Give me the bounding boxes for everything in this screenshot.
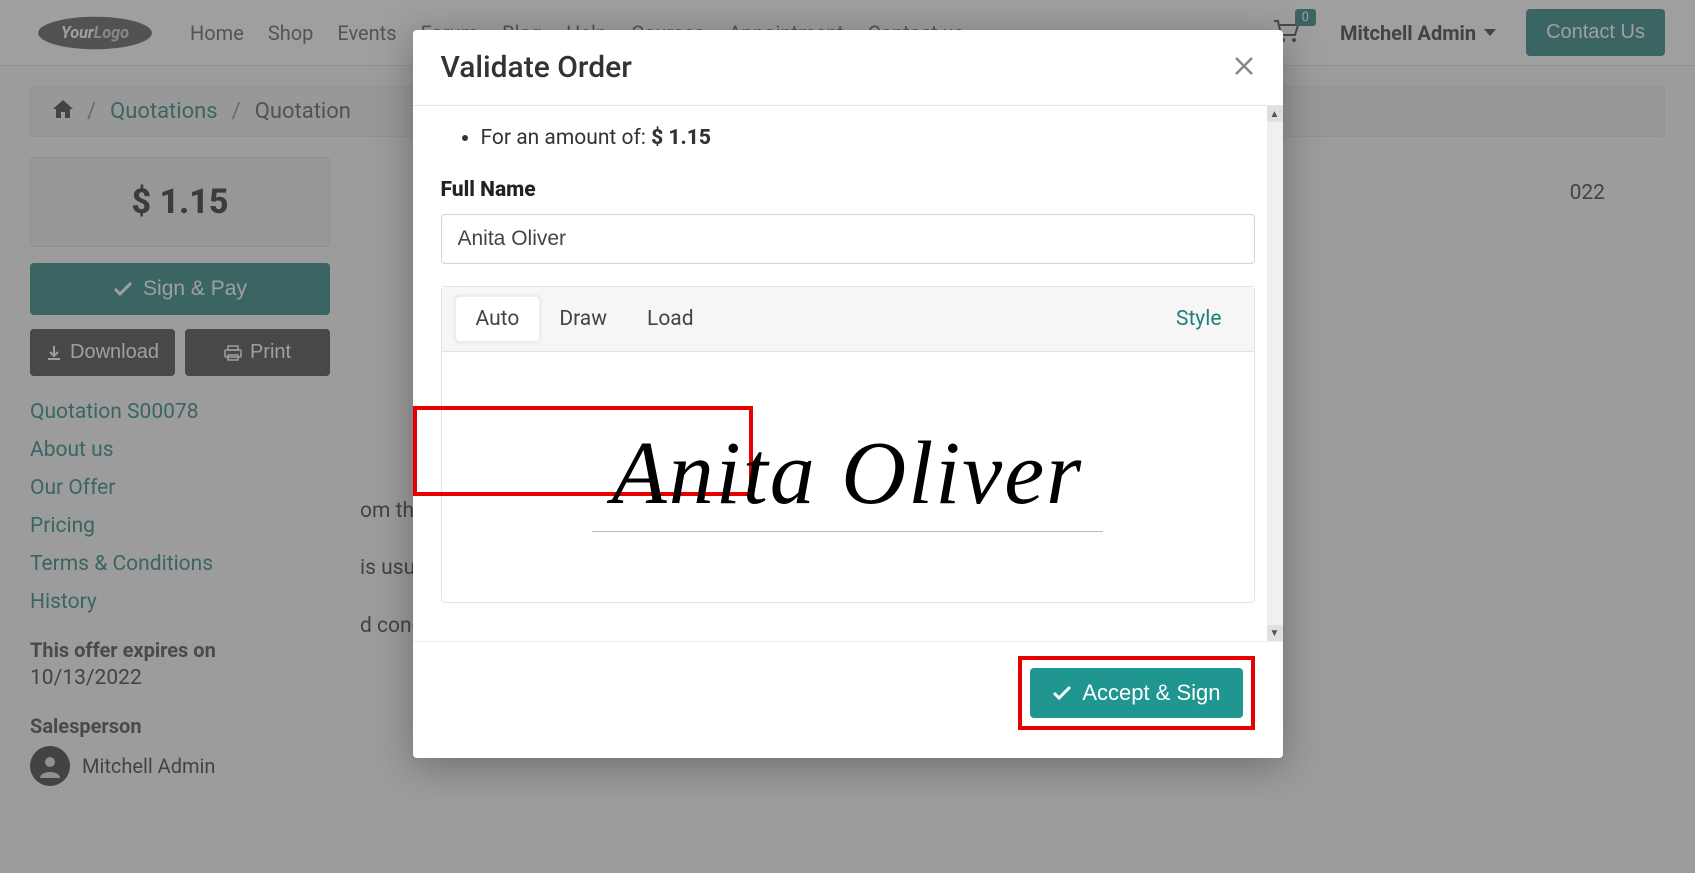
- modal-body: For an amount of: $ 1.15 Full Name Auto …: [413, 106, 1283, 641]
- tab-load[interactable]: Load: [627, 297, 714, 341]
- accept-sign-label: Accept & Sign: [1082, 680, 1220, 706]
- signature-panel: Auto Draw Load Style Anita Oliver: [441, 286, 1255, 603]
- highlight-box-accept: Accept & Sign: [1018, 656, 1254, 730]
- amount-line: For an amount of: $ 1.15: [481, 126, 1255, 150]
- modal-footer: Accept & Sign: [413, 641, 1283, 758]
- close-button[interactable]: [1233, 51, 1255, 85]
- full-name-label: Full Name: [441, 178, 1255, 202]
- signature-tabs: Auto Draw Load Style: [442, 287, 1254, 352]
- modal-title: Validate Order: [441, 50, 632, 85]
- modal-header: Validate Order: [413, 30, 1283, 106]
- full-name-input[interactable]: [441, 214, 1255, 264]
- amount-value: $ 1.15: [651, 126, 711, 150]
- style-link[interactable]: Style: [1158, 297, 1240, 341]
- scroll-down-icon[interactable]: ▼: [1267, 625, 1283, 641]
- tab-draw[interactable]: Draw: [539, 297, 627, 341]
- scroll-up-icon[interactable]: ▲: [1267, 106, 1283, 122]
- accept-and-sign-button[interactable]: Accept & Sign: [1030, 668, 1242, 718]
- modal-overlay: Validate Order For an amount of: $ 1.15 …: [0, 0, 1695, 873]
- check-icon: [1052, 685, 1072, 701]
- signature-preview: Anita Oliver: [592, 422, 1103, 532]
- tab-auto[interactable]: Auto: [456, 297, 540, 341]
- modal-scrollbar[interactable]: ▲ ▼: [1267, 106, 1283, 641]
- validate-order-modal: Validate Order For an amount of: $ 1.15 …: [413, 30, 1283, 758]
- signature-canvas[interactable]: Anita Oliver: [442, 352, 1254, 602]
- close-icon: [1233, 55, 1255, 77]
